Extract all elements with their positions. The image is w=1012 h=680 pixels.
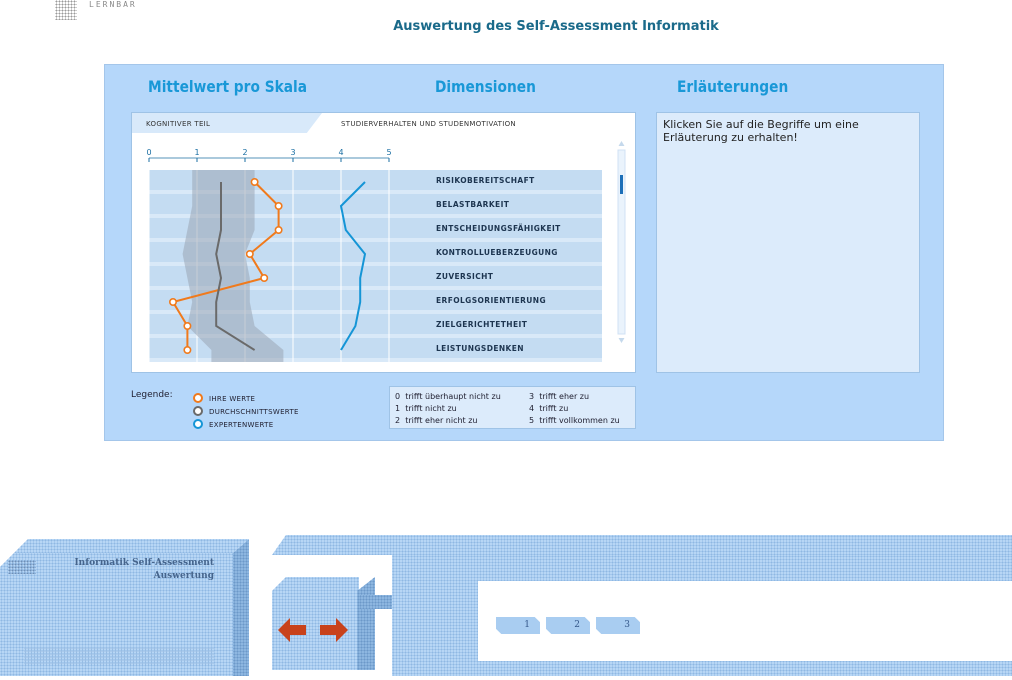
gray-circle-icon bbox=[193, 406, 203, 416]
page-button-1[interactable]: 1 bbox=[496, 617, 540, 634]
footer-nav-block bbox=[272, 535, 1012, 676]
data-point bbox=[260, 274, 269, 283]
blue-circle-icon bbox=[193, 419, 203, 429]
legend-item-label: Durchschnittswerte bbox=[209, 408, 299, 416]
profile-chart: 0 1 2 3 4 5 RISIKOBEREITSCHAFT BELASTBARKEIT EN… bbox=[146, 141, 626, 362]
footer-title-line2: Auswertung bbox=[153, 571, 214, 581]
orange-circle-icon bbox=[193, 393, 203, 403]
footer-title: Informatik Self-Assessment Auswertung bbox=[30, 557, 214, 583]
legend-item-durchschnitt: Durchschnittswerte bbox=[193, 406, 299, 416]
data-point bbox=[274, 202, 283, 211]
dimension-label[interactable]: LEISTUNGSDENKEN bbox=[436, 344, 524, 353]
scale-item: 5 trifft vollkommen zu bbox=[529, 416, 620, 425]
scale-item: 3 trifft eher zu bbox=[529, 392, 590, 401]
legend-item-label: Expertenwerte bbox=[209, 421, 274, 429]
dimension-label[interactable]: ERFOLGSORIENTIERUNG bbox=[436, 296, 546, 305]
scale-item: 1 trifft nicht zu bbox=[395, 404, 457, 413]
section-heading-dimensions: Dimensionen bbox=[435, 77, 536, 96]
data-point bbox=[183, 346, 192, 355]
evaluation-panel: Mittelwert pro Skala Dimensionen Erläute… bbox=[104, 64, 944, 441]
section-heading-explanations: Erläuterungen bbox=[677, 77, 789, 96]
legend-item-label: Ihre Werte bbox=[209, 395, 256, 403]
profile-chart-box: Kognitiver Teil Studierverhalten und Stu… bbox=[131, 112, 636, 373]
dimension-label[interactable]: ENTSCHEIDUNGSFÄHIGKEIT bbox=[436, 224, 561, 233]
dimension-label[interactable]: KONTROLLUEBERZEUGUNG bbox=[436, 248, 558, 257]
data-point bbox=[183, 322, 192, 331]
x-tick-label: 3 bbox=[290, 148, 295, 157]
scroll-up-icon[interactable] bbox=[618, 141, 625, 146]
scrollbar-thumb[interactable] bbox=[620, 175, 623, 194]
logo-text: LERNBAR bbox=[89, 0, 137, 9]
scroll-down-icon[interactable] bbox=[618, 338, 625, 343]
footer-title-line1: Informatik Self-Assessment bbox=[74, 558, 214, 568]
page-button-2[interactable]: 2 bbox=[546, 617, 590, 634]
footer-pattern bbox=[24, 647, 214, 665]
x-tick-label: 0 bbox=[146, 148, 151, 157]
arrow-left-icon[interactable] bbox=[278, 618, 306, 642]
tab-studierverhalten[interactable]: Studierverhalten und Studenmotivation bbox=[341, 120, 516, 128]
data-point bbox=[168, 298, 177, 307]
page-title: Auswertung des Self-Assessment Informati… bbox=[393, 19, 719, 34]
nav-arrows bbox=[278, 618, 348, 642]
x-tick-label: 5 bbox=[386, 148, 391, 157]
x-tick-label: 2 bbox=[242, 148, 247, 157]
arrow-right-icon[interactable] bbox=[320, 618, 348, 642]
tab-bar: Kognitiver Teil Studierverhalten und Stu… bbox=[132, 113, 635, 133]
explanation-text: Klicken Sie auf die Begriffe um eine Erl… bbox=[663, 118, 859, 144]
data-point bbox=[245, 250, 254, 259]
scale-item: 4 trifft zu bbox=[529, 404, 569, 413]
explanation-box: Klicken Sie auf die Begriffe um eine Erl… bbox=[656, 112, 920, 373]
tab-kognitiver-teil[interactable]: Kognitiver Teil bbox=[132, 113, 322, 133]
data-point bbox=[274, 226, 283, 235]
scale-item: 0 trifft überhaupt nicht zu bbox=[395, 392, 501, 401]
dimension-label[interactable]: ZIELGERICHTETHEIT bbox=[436, 320, 528, 329]
logo-mark-icon bbox=[55, 0, 77, 20]
legend-label: Legende: bbox=[131, 390, 173, 400]
scale-item: 2 trifft eher nicht zu bbox=[395, 416, 478, 425]
section-heading-mean: Mittelwert pro Skala bbox=[148, 77, 308, 96]
legend-item-experten: Expertenwerte bbox=[193, 419, 273, 429]
data-point bbox=[250, 177, 259, 186]
tab-kognitiver-teil-label: Kognitiver Teil bbox=[146, 120, 211, 128]
scale-explanation-box: 0 trifft überhaupt nicht zu 1 trifft nic… bbox=[389, 386, 636, 429]
x-tick-label: 1 bbox=[194, 148, 199, 157]
page-button-3[interactable]: 3 bbox=[596, 617, 640, 634]
legend-item-ihre-werte: Ihre Werte bbox=[193, 393, 255, 403]
dimension-label[interactable]: RISIKOBEREITSCHAFT bbox=[436, 176, 535, 185]
dimension-label[interactable]: BELASTBARKEIT bbox=[436, 200, 510, 209]
x-tick-label: 4 bbox=[338, 148, 343, 157]
dimension-label[interactable]: ZUVERSICHT bbox=[436, 272, 494, 281]
